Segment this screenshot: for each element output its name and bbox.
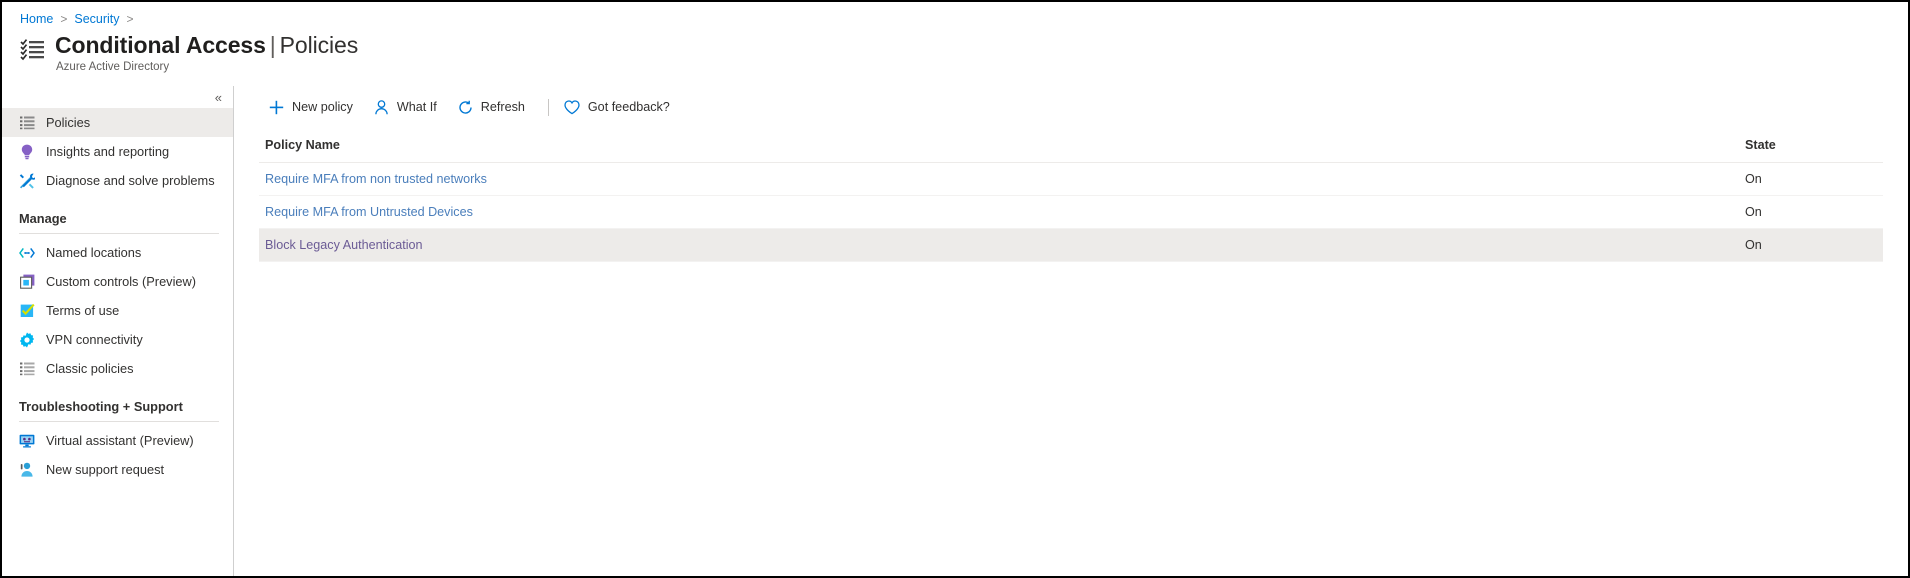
policy-link[interactable]: Require MFA from Untrusted Devices	[265, 205, 473, 219]
policy-state-cell: On	[1733, 195, 1883, 229]
sidebar-item-label: Virtual assistant (Preview)	[46, 433, 194, 448]
sidebar-item-label: Named locations	[46, 245, 142, 260]
collapse-sidebar-button[interactable]: «	[212, 89, 225, 106]
sidebar-item-vpn-connectivity[interactable]: VPN connectivity	[2, 325, 233, 354]
table-row[interactable]: Require MFA from Untrusted Devices On	[259, 195, 1883, 229]
checklist-icon	[20, 37, 46, 63]
sidebar-item-label: Classic policies	[46, 361, 134, 376]
sidebar-item-new-support-request[interactable]: New support request	[2, 455, 233, 484]
policies-table: Policy Name State Require MFA from non t…	[259, 132, 1883, 262]
breadcrumb-item-home[interactable]: Home	[20, 12, 53, 26]
person-support-icon	[19, 462, 35, 478]
column-header-policy-name[interactable]: Policy Name	[259, 132, 1733, 163]
sidebar-item-policies[interactable]: Policies	[2, 108, 233, 137]
custom-control-icon	[19, 274, 35, 290]
sidebar-group-manage: Manage	[19, 210, 67, 226]
list-icon	[19, 115, 35, 131]
policy-state-cell: On	[1733, 162, 1883, 196]
breadcrumb: Home > Security >	[20, 10, 141, 28]
command-label: Refresh	[480, 100, 525, 114]
policy-link[interactable]: Block Legacy Authentication	[265, 238, 423, 252]
breadcrumb-item-security[interactable]: Security	[74, 12, 119, 26]
table-header-row: Policy Name State	[259, 132, 1883, 163]
what-if-button[interactable]: What If	[370, 92, 446, 122]
sidebar-item-insights-and-reporting[interactable]: Insights and reporting	[2, 137, 233, 166]
policy-state-cell: On	[1733, 228, 1883, 262]
sidebar: « Policies Insights and reporting Diagno…	[2, 86, 234, 576]
sidebar-item-label: Insights and reporting	[46, 144, 170, 159]
sidebar-item-label: Terms of use	[46, 303, 120, 318]
command-bar: New policy What If Refresh Got feedback?	[259, 86, 1908, 122]
breadcrumb-separator-trailing: >	[126, 12, 134, 26]
sidebar-divider	[19, 421, 219, 422]
policy-name-cell: Block Legacy Authentication	[259, 228, 1733, 262]
command-separator	[547, 98, 549, 116]
checkbox-checked-icon	[19, 303, 35, 319]
main-layout: « Policies Insights and reporting Diagno…	[2, 86, 1908, 576]
plus-icon	[268, 99, 285, 116]
lightbulb-icon	[19, 144, 35, 160]
sidebar-item-virtual-assistant[interactable]: Virtual assistant (Preview)	[2, 426, 233, 455]
sidebar-item-diagnose-and-solve-problems[interactable]: Diagnose and solve problems	[2, 166, 233, 195]
command-label: Got feedback?	[587, 100, 670, 114]
policy-name-cell: Require MFA from non trusted networks	[259, 162, 1733, 196]
sidebar-collapse-row: «	[2, 86, 233, 108]
sidebar-item-terms-of-use[interactable]: Terms of use	[2, 296, 233, 325]
policies-table-wrapper: Policy Name State Require MFA from non t…	[259, 132, 1908, 262]
sidebar-divider	[19, 233, 219, 234]
person-icon	[373, 99, 390, 116]
conditional-access-policies-page: Home > Security > Conditional Access | P…	[0, 0, 1910, 578]
refresh-button[interactable]: Refresh	[454, 92, 534, 122]
new-policy-button[interactable]: New policy	[265, 92, 362, 122]
code-brackets-icon	[19, 245, 35, 261]
command-label: What If	[396, 100, 437, 114]
sidebar-item-label: Diagnose and solve problems	[46, 173, 215, 188]
page-title-secondary: Policies	[279, 32, 359, 58]
column-header-state[interactable]: State	[1733, 132, 1883, 163]
sidebar-item-named-locations[interactable]: Named locations	[2, 238, 233, 267]
breadcrumb-separator: >	[60, 12, 68, 26]
table-row[interactable]: Block Legacy Authentication On	[259, 228, 1883, 262]
sidebar-item-custom-controls[interactable]: Custom controls (Preview)	[2, 267, 233, 296]
policy-link[interactable]: Require MFA from non trusted networks	[265, 172, 487, 186]
got-feedback-button[interactable]: Got feedback?	[561, 92, 679, 122]
page-title-separator: |	[269, 32, 276, 58]
sidebar-item-label: Policies	[46, 115, 91, 130]
command-label: New policy	[292, 100, 353, 114]
page-subtitle: Azure Active Directory	[56, 61, 170, 73]
list-icon	[19, 361, 35, 377]
sidebar-item-label: VPN connectivity	[46, 332, 143, 347]
page-title: Conditional Access | Policies	[55, 31, 358, 59]
content-area: New policy What If Refresh Got feedback?…	[234, 86, 1908, 576]
policy-name-cell: Require MFA from Untrusted Devices	[259, 195, 1733, 229]
sidebar-item-label: Custom controls (Preview)	[46, 274, 197, 289]
wrench-icon	[19, 173, 35, 189]
monitor-assistant-icon	[19, 433, 35, 449]
sidebar-item-label: New support request	[46, 462, 165, 477]
heart-icon	[564, 99, 581, 116]
page-title-primary: Conditional Access	[55, 32, 266, 58]
sidebar-group-troubleshooting-support: Troubleshooting + Support	[19, 398, 183, 414]
gear-icon	[19, 332, 35, 348]
sidebar-item-classic-policies[interactable]: Classic policies	[2, 354, 233, 383]
page-title-block: Conditional Access | Policies Azure Active…	[20, 31, 358, 73]
refresh-icon	[457, 99, 474, 116]
table-row[interactable]: Require MFA from non trusted networks On	[259, 162, 1883, 196]
